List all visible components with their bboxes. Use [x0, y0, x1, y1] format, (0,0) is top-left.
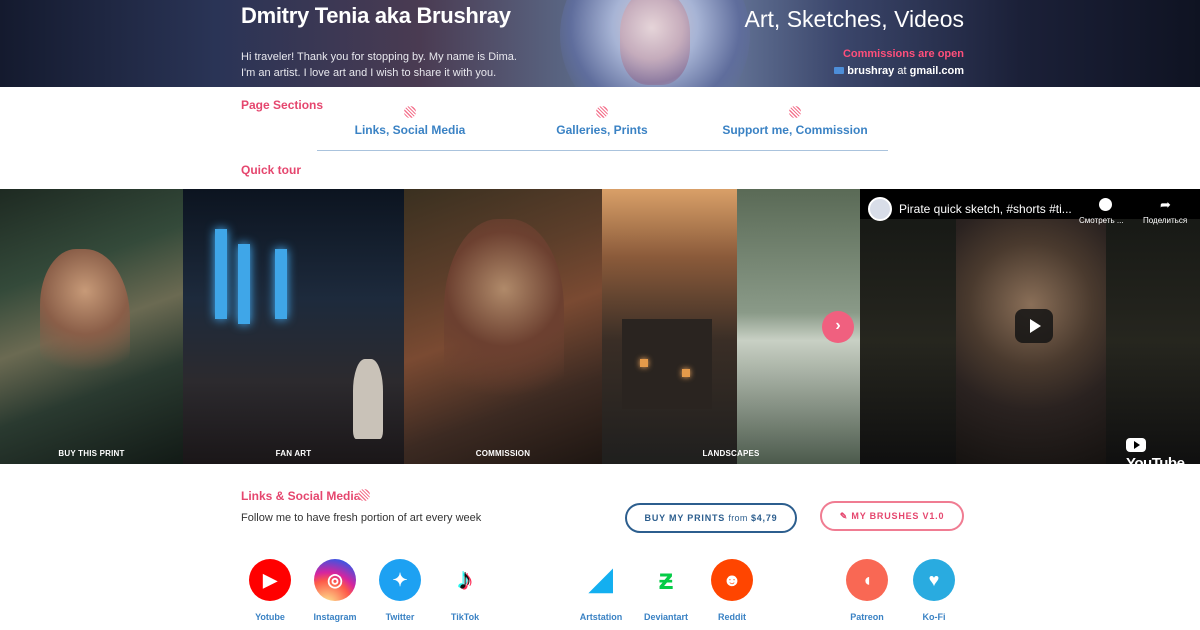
youtube-icon: [1126, 438, 1146, 453]
instagram-icon: ◎: [314, 559, 356, 601]
section-marker-icon: [789, 106, 801, 118]
social-twitter[interactable]: ✦ Twitter: [370, 559, 430, 622]
social-label: Artstation: [579, 612, 623, 622]
email-user: brushray: [847, 65, 895, 77]
watch-later-label[interactable]: Смотреть ...: [1079, 216, 1124, 225]
prints-from: from: [728, 513, 748, 523]
follow-text: Follow me to have fresh portion of art e…: [241, 512, 482, 524]
social-label: Ko-Fi: [922, 612, 946, 622]
panel-caption: LANDSCAPES: [702, 449, 760, 458]
panel-caption: COMMISSION: [475, 449, 531, 458]
social-label: TikTok: [450, 612, 480, 622]
social-label: Patreon: [850, 612, 884, 622]
social-label: Reddit: [718, 612, 746, 622]
nav-link-galleries[interactable]: Galleries, Prints: [522, 123, 682, 137]
email-domain: gmail.com: [909, 65, 964, 77]
tagline: Art, Sketches, Videos: [744, 6, 964, 32]
twitter-icon: ✦: [379, 559, 421, 601]
social-label: Instagram: [313, 612, 357, 622]
gallery-panel-fan-art[interactable]: FAN ART: [183, 189, 404, 464]
channel-avatar[interactable]: [868, 197, 892, 221]
youtube-logo[interactable]: YouTube: [1126, 438, 1200, 464]
tiktok-icon: ♪: [444, 559, 486, 601]
brushes-button[interactable]: ✎ MY BRUSHES V1.0: [820, 501, 964, 531]
social-tiktok[interactable]: ♪ TikTok: [435, 559, 495, 622]
mail-icon: [834, 66, 845, 74]
panel-caption: FAN ART: [275, 449, 312, 458]
nav-link-support[interactable]: Support me, Commission: [710, 123, 880, 137]
quick-tour-gallery: BUY THIS PRINT FAN ART COMMISSION LANDSC…: [0, 189, 1200, 464]
chevron-right-icon: ›: [835, 317, 841, 334]
social-patreon[interactable]: ◖ Patreon: [837, 559, 897, 622]
hero-header: Dmitry Tenia aka Brushray Hi traveler! T…: [0, 0, 1200, 87]
gallery-next-button[interactable]: ›: [822, 311, 854, 343]
artstation-icon: ◢: [580, 559, 622, 601]
artwork-figure: [353, 359, 383, 439]
intro-line: Hi traveler! Thank you for stopping by. …: [241, 51, 517, 63]
artwork-light: [640, 359, 648, 367]
site-title: Dmitry Tenia aka Brushray: [241, 3, 511, 28]
artwork-figure: [40, 249, 130, 389]
gallery-panel-commission[interactable]: COMMISSION: [404, 189, 602, 464]
section-marker-icon: [596, 106, 608, 118]
links-heading: Links & Social Media: [241, 489, 361, 503]
clock-icon[interactable]: [1099, 198, 1112, 211]
panel-caption: BUY THIS PRINT: [58, 449, 125, 458]
nav-link-social[interactable]: Links, Social Media: [330, 123, 490, 137]
gallery-panel-print[interactable]: BUY THIS PRINT: [0, 189, 183, 464]
email-at: at: [894, 65, 910, 77]
share-icon[interactable]: ➦: [1160, 197, 1171, 213]
social-reddit[interactable]: ☻ Reddit: [702, 559, 762, 622]
social-label: Twitter: [385, 612, 415, 622]
social-label: Deviantart: [643, 612, 688, 622]
social-deviantart[interactable]: ƶ Deviantart: [636, 559, 696, 622]
video-frame: [860, 219, 956, 464]
artwork-light: [682, 369, 690, 377]
youtube-brand: YouTube: [1126, 455, 1185, 464]
artwork-window: [215, 229, 227, 319]
section-marker-icon: [404, 106, 416, 118]
page-sections-heading: Page Sections: [241, 98, 324, 112]
buy-prints-button[interactable]: BUY MY PRINTS from $4,79: [625, 503, 797, 533]
brush-icon: ✎: [839, 511, 849, 521]
share-label[interactable]: Поделиться: [1143, 216, 1187, 225]
youtube-icon: ▶: [249, 559, 291, 601]
divider: [317, 150, 888, 151]
contact-email[interactable]: brushray at gmail.com: [834, 65, 964, 77]
brushes-label: MY BRUSHES V1.0: [851, 511, 945, 521]
social-instagram[interactable]: ◎ Instagram: [305, 559, 365, 622]
artwork-window: [238, 244, 250, 324]
hero-artwork-face: [620, 0, 690, 85]
intro-text: Hi traveler! Thank you for stopping by. …: [241, 49, 517, 81]
prints-price: $4,79: [750, 513, 778, 523]
reddit-icon: ☻: [711, 559, 753, 601]
deviantart-icon: ƶ: [645, 559, 687, 601]
social-youtube[interactable]: ▶ Yotube: [240, 559, 300, 622]
kofi-icon: ♥: [913, 559, 955, 601]
video-title[interactable]: Pirate quick sketch, #shorts #ti...: [899, 202, 1072, 216]
commissions-status: Commissions are open: [842, 48, 964, 60]
social-artstation[interactable]: ◢ Artstation: [571, 559, 631, 622]
video-frame: [1106, 219, 1200, 464]
play-button[interactable]: [1015, 309, 1053, 343]
buy-prints-label: BUY MY PRINTS: [644, 513, 726, 523]
artwork-house: [622, 319, 712, 409]
quick-tour-heading: Quick tour: [241, 163, 302, 177]
social-label: Yotube: [255, 612, 285, 622]
youtube-embed[interactable]: Pirate quick sketch, #shorts #ti... Смот…: [860, 189, 1200, 464]
patreon-icon: ◖: [846, 559, 888, 601]
social-kofi[interactable]: ♥ Ko-Fi: [904, 559, 964, 622]
artwork-window: [275, 249, 287, 319]
section-marker-icon: [358, 489, 370, 501]
artwork-figure: [444, 219, 564, 419]
intro-line: I'm an artist. I love art and I wish to …: [241, 67, 497, 79]
